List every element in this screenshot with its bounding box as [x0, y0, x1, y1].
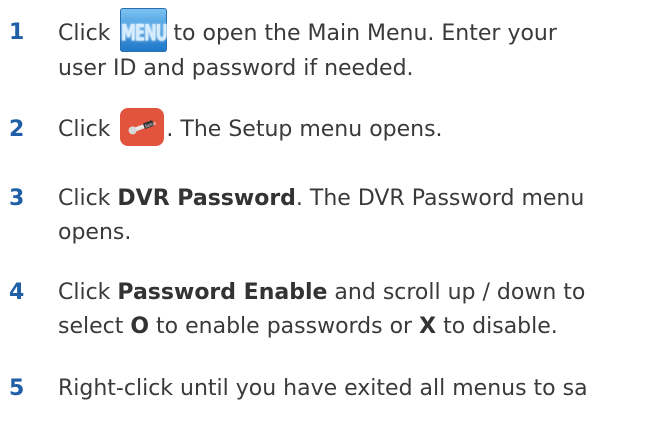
- step-text: opens.: [58, 220, 132, 245]
- option-enable-symbol: O: [130, 314, 150, 339]
- step-text-segment: Click: [58, 280, 118, 305]
- menu-option-dvr-password: DVR Password: [117, 186, 296, 211]
- setup-wrench-icon[interactable]: Setup: [120, 108, 165, 146]
- step-text-segment: Click: [58, 21, 118, 46]
- step-text-segment: to disable.: [436, 314, 558, 339]
- step-text-segment: and scroll up / down to: [327, 280, 586, 305]
- step-text-segment: . The Setup menu opens.: [166, 117, 443, 142]
- step-text: select O to enable passwords or X to dis…: [58, 310, 664, 344]
- step-5: 5 Right-click until you have exited all …: [0, 372, 664, 406]
- step-4: 4 Click Password Enable and scroll up / …: [0, 276, 664, 344]
- menu-option-password-enable: Password Enable: [117, 280, 328, 305]
- step-number: 4: [9, 280, 25, 305]
- step-1: 1 Click MENU to open the Main Menu. Enter…: [0, 8, 664, 86]
- step-3: 3 Click DVR Password. The DVR Password m…: [0, 182, 664, 250]
- option-disable-symbol: X: [419, 314, 437, 339]
- step-number: 2: [9, 117, 25, 142]
- step-text-segment: select: [58, 314, 131, 339]
- step-text-segment: Click: [58, 186, 118, 211]
- menu-button-icon[interactable]: MENU: [120, 8, 168, 52]
- step-number: 1: [9, 20, 25, 45]
- step-text: Click DVR Password. The DVR Password men…: [58, 182, 664, 216]
- menu-icon-label: MENU: [120, 19, 168, 47]
- step-text-segment: Click: [58, 117, 118, 142]
- step-text: Click Password Enable and scroll up / do…: [58, 276, 664, 310]
- step-number: 5: [9, 376, 25, 401]
- step-text: Click MENU to open the Main Menu. Enter y…: [58, 8, 664, 52]
- step-text-segment: to open the Main Menu. Enter your: [173, 21, 557, 46]
- step-2: 2 Click Setup . The Setup menu opens.: [0, 108, 664, 147]
- step-text: Click Setup . The Setup menu opens.: [58, 108, 664, 147]
- step-number: 3: [9, 186, 25, 211]
- step-text-segment: to enable passwords or: [149, 314, 420, 339]
- step-text: Right-click until you have exited all me…: [58, 376, 588, 401]
- step-text-segment: . The DVR Password menu: [295, 186, 585, 211]
